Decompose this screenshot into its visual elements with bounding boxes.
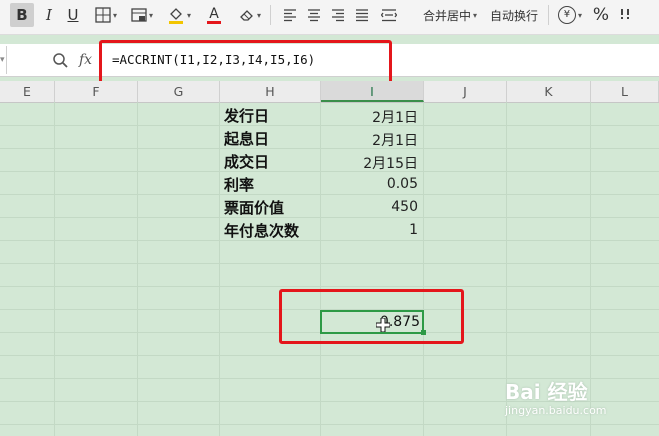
cell-h5-label[interactable]: 票面价值 (224, 197, 284, 218)
font-color-icon: A (209, 5, 219, 22)
ribbon-toolbar: B I U ▾ ▾ ▾ A ▾ 合并居中 ▾ 自动换行 ¥ ▾ % (0, 0, 659, 35)
cell-i5-value[interactable]: 450 (324, 199, 418, 215)
italic-button[interactable]: I (40, 3, 58, 27)
column-header-h[interactable]: H (220, 81, 321, 102)
wrap-text-button[interactable]: 自动换行 (488, 3, 540, 27)
align-center-icon (308, 9, 320, 22)
currency-icon: ¥ (557, 6, 576, 24)
baidu-jingyan-watermark: Bai 经验 jingyan.baidu.com (505, 376, 655, 424)
align-right-icon (332, 9, 344, 22)
column-header-i[interactable]: I (321, 81, 424, 102)
column-header-l[interactable]: L (591, 81, 659, 102)
align-center-button[interactable] (304, 3, 324, 27)
thousands-button[interactable] (616, 3, 636, 27)
paint-bucket-icon (168, 8, 183, 24)
cell-i2-value[interactable]: 2月1日 (324, 130, 418, 150)
align-right-button[interactable] (328, 3, 348, 27)
cell-h1-label[interactable]: 发行日 (224, 105, 269, 126)
name-box[interactable]: ▾ (0, 46, 7, 74)
clear-button[interactable]: ▾ (236, 3, 264, 27)
cell-style-button[interactable]: ▾ (128, 3, 156, 27)
column-header-g[interactable]: G (138, 81, 220, 102)
column-header-f[interactable]: F (55, 81, 138, 102)
border-icon (95, 7, 111, 23)
column-header-j[interactable]: J (424, 81, 507, 102)
font-color-button[interactable]: A (200, 3, 228, 27)
justify-icon (356, 9, 368, 22)
cell-h3-label[interactable]: 成交日 (224, 151, 269, 172)
column-header-k[interactable]: K (507, 81, 591, 102)
cell-style-icon (131, 8, 147, 22)
merge-center-button[interactable]: 合并居中 ▾ (418, 3, 482, 27)
bold-button[interactable]: B (10, 3, 34, 27)
currency-format-button[interactable]: ¥ ▾ (556, 3, 584, 27)
border-button[interactable]: ▾ (92, 3, 120, 27)
chevron-down-icon: ▾ (0, 55, 5, 65)
result-highlight-box (279, 289, 464, 344)
eraser-icon (240, 10, 253, 21)
underline-button[interactable]: U (64, 3, 82, 27)
cell-i3-value[interactable]: 2月15日 (324, 153, 418, 173)
thousands-separator-icon (621, 9, 629, 19)
distributed-align-button[interactable] (378, 3, 400, 27)
cell-h2-label[interactable]: 起息日 (224, 128, 269, 149)
percent-button[interactable]: % (590, 3, 612, 27)
column-header-row: E F G H I J K L (0, 81, 659, 103)
align-left-button[interactable] (280, 3, 300, 27)
align-left-icon (284, 9, 296, 22)
justify-button[interactable] (352, 3, 372, 27)
insert-function-button[interactable]: fx (79, 48, 92, 72)
cell-h6-label[interactable]: 年付息次数 (224, 220, 299, 241)
watermark-site: jingyan.baidu.com (505, 404, 607, 417)
cell-h4-label[interactable]: 利率 (224, 174, 254, 195)
cell-i4-value[interactable]: 0.05 (324, 176, 418, 192)
cell-i6-value[interactable]: 1 (324, 222, 418, 238)
magnifier-icon (53, 53, 68, 68)
baidu-logo: Bai 经验 (505, 380, 588, 404)
zoom-formula-button[interactable] (52, 48, 68, 72)
fill-color-button[interactable]: ▾ (164, 3, 194, 27)
column-header-e[interactable]: E (0, 81, 55, 102)
cell-i1-value[interactable]: 2月1日 (324, 107, 418, 127)
distributed-align-icon (381, 9, 397, 22)
